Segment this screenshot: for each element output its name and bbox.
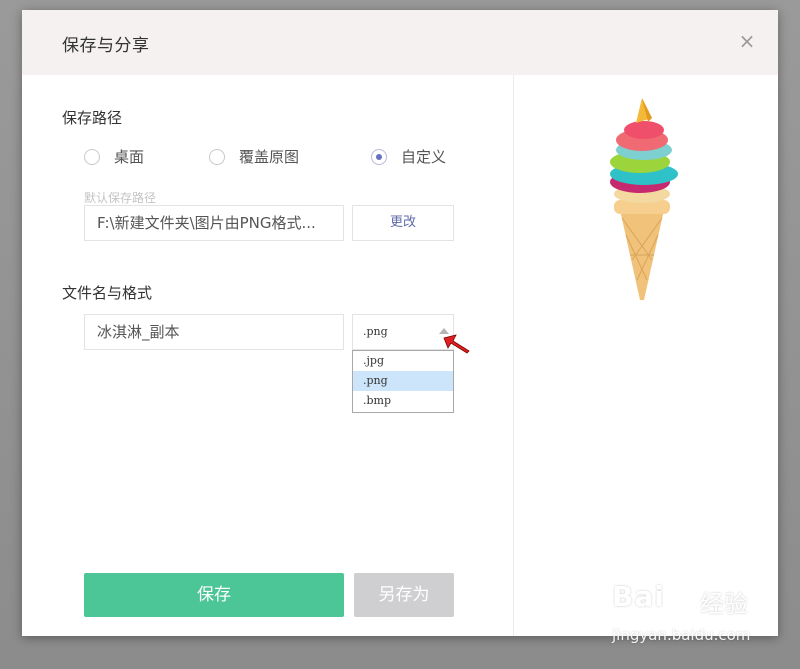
watermark-logo: Bai	[612, 580, 665, 613]
default-path-hint: 默认保存路径	[84, 191, 157, 205]
change-path-button[interactable]: 更改	[352, 205, 454, 241]
panel-divider	[513, 75, 514, 636]
format-option-jpg[interactable]: .jpg	[353, 351, 453, 371]
format-dropdown-list: .jpg .png .bmp	[352, 350, 454, 413]
format-select-value: .png	[363, 325, 388, 338]
save-button[interactable]: 保存	[84, 573, 344, 617]
radio-desktop[interactable]: 桌面	[84, 146, 144, 167]
save-as-button[interactable]: 另存为	[354, 573, 454, 617]
radio-custom-label: 自定义	[401, 148, 447, 166]
radio-custom[interactable]: 自定义	[371, 146, 446, 167]
dialog-header: 保存与分享 ×	[22, 10, 778, 75]
ice-cream-image	[610, 98, 678, 300]
dialog-title: 保存与分享	[62, 36, 150, 56]
radio-checked-icon	[371, 148, 387, 165]
save-path-field[interactable]: F:\新建文件夹\图片由PNG格式...	[84, 205, 344, 241]
radio-desktop-label: 桌面	[114, 148, 145, 166]
filename-input[interactable]: 冰淇淋_副本	[84, 314, 344, 350]
radio-overwrite-label: 覆盖原图	[239, 148, 300, 166]
format-select[interactable]: .png	[352, 314, 454, 350]
save-share-dialog: 保存与分享 × 保存路径 桌面 覆盖原图 自定义 默认保存路径 F:\新建文件夹…	[22, 10, 778, 636]
radio-circle-icon	[209, 148, 225, 165]
save-path-label: 保存路径	[62, 109, 123, 127]
format-option-png[interactable]: .png	[353, 371, 453, 391]
radio-overwrite-original[interactable]: 覆盖原图	[209, 146, 299, 167]
close-icon[interactable]: ×	[736, 30, 758, 52]
format-option-bmp[interactable]: .bmp	[353, 391, 453, 411]
watermark-logo-suffix: 经验	[700, 590, 748, 618]
file-format-label: 文件名与格式	[62, 284, 153, 302]
watermark-url: jingyan.baidu.com	[612, 626, 751, 644]
red-arrow-pointer-icon	[443, 334, 470, 354]
baidu-watermark: Bai 经验 jingyan.baidu.com	[612, 580, 762, 650]
radio-circle-icon	[84, 148, 100, 165]
